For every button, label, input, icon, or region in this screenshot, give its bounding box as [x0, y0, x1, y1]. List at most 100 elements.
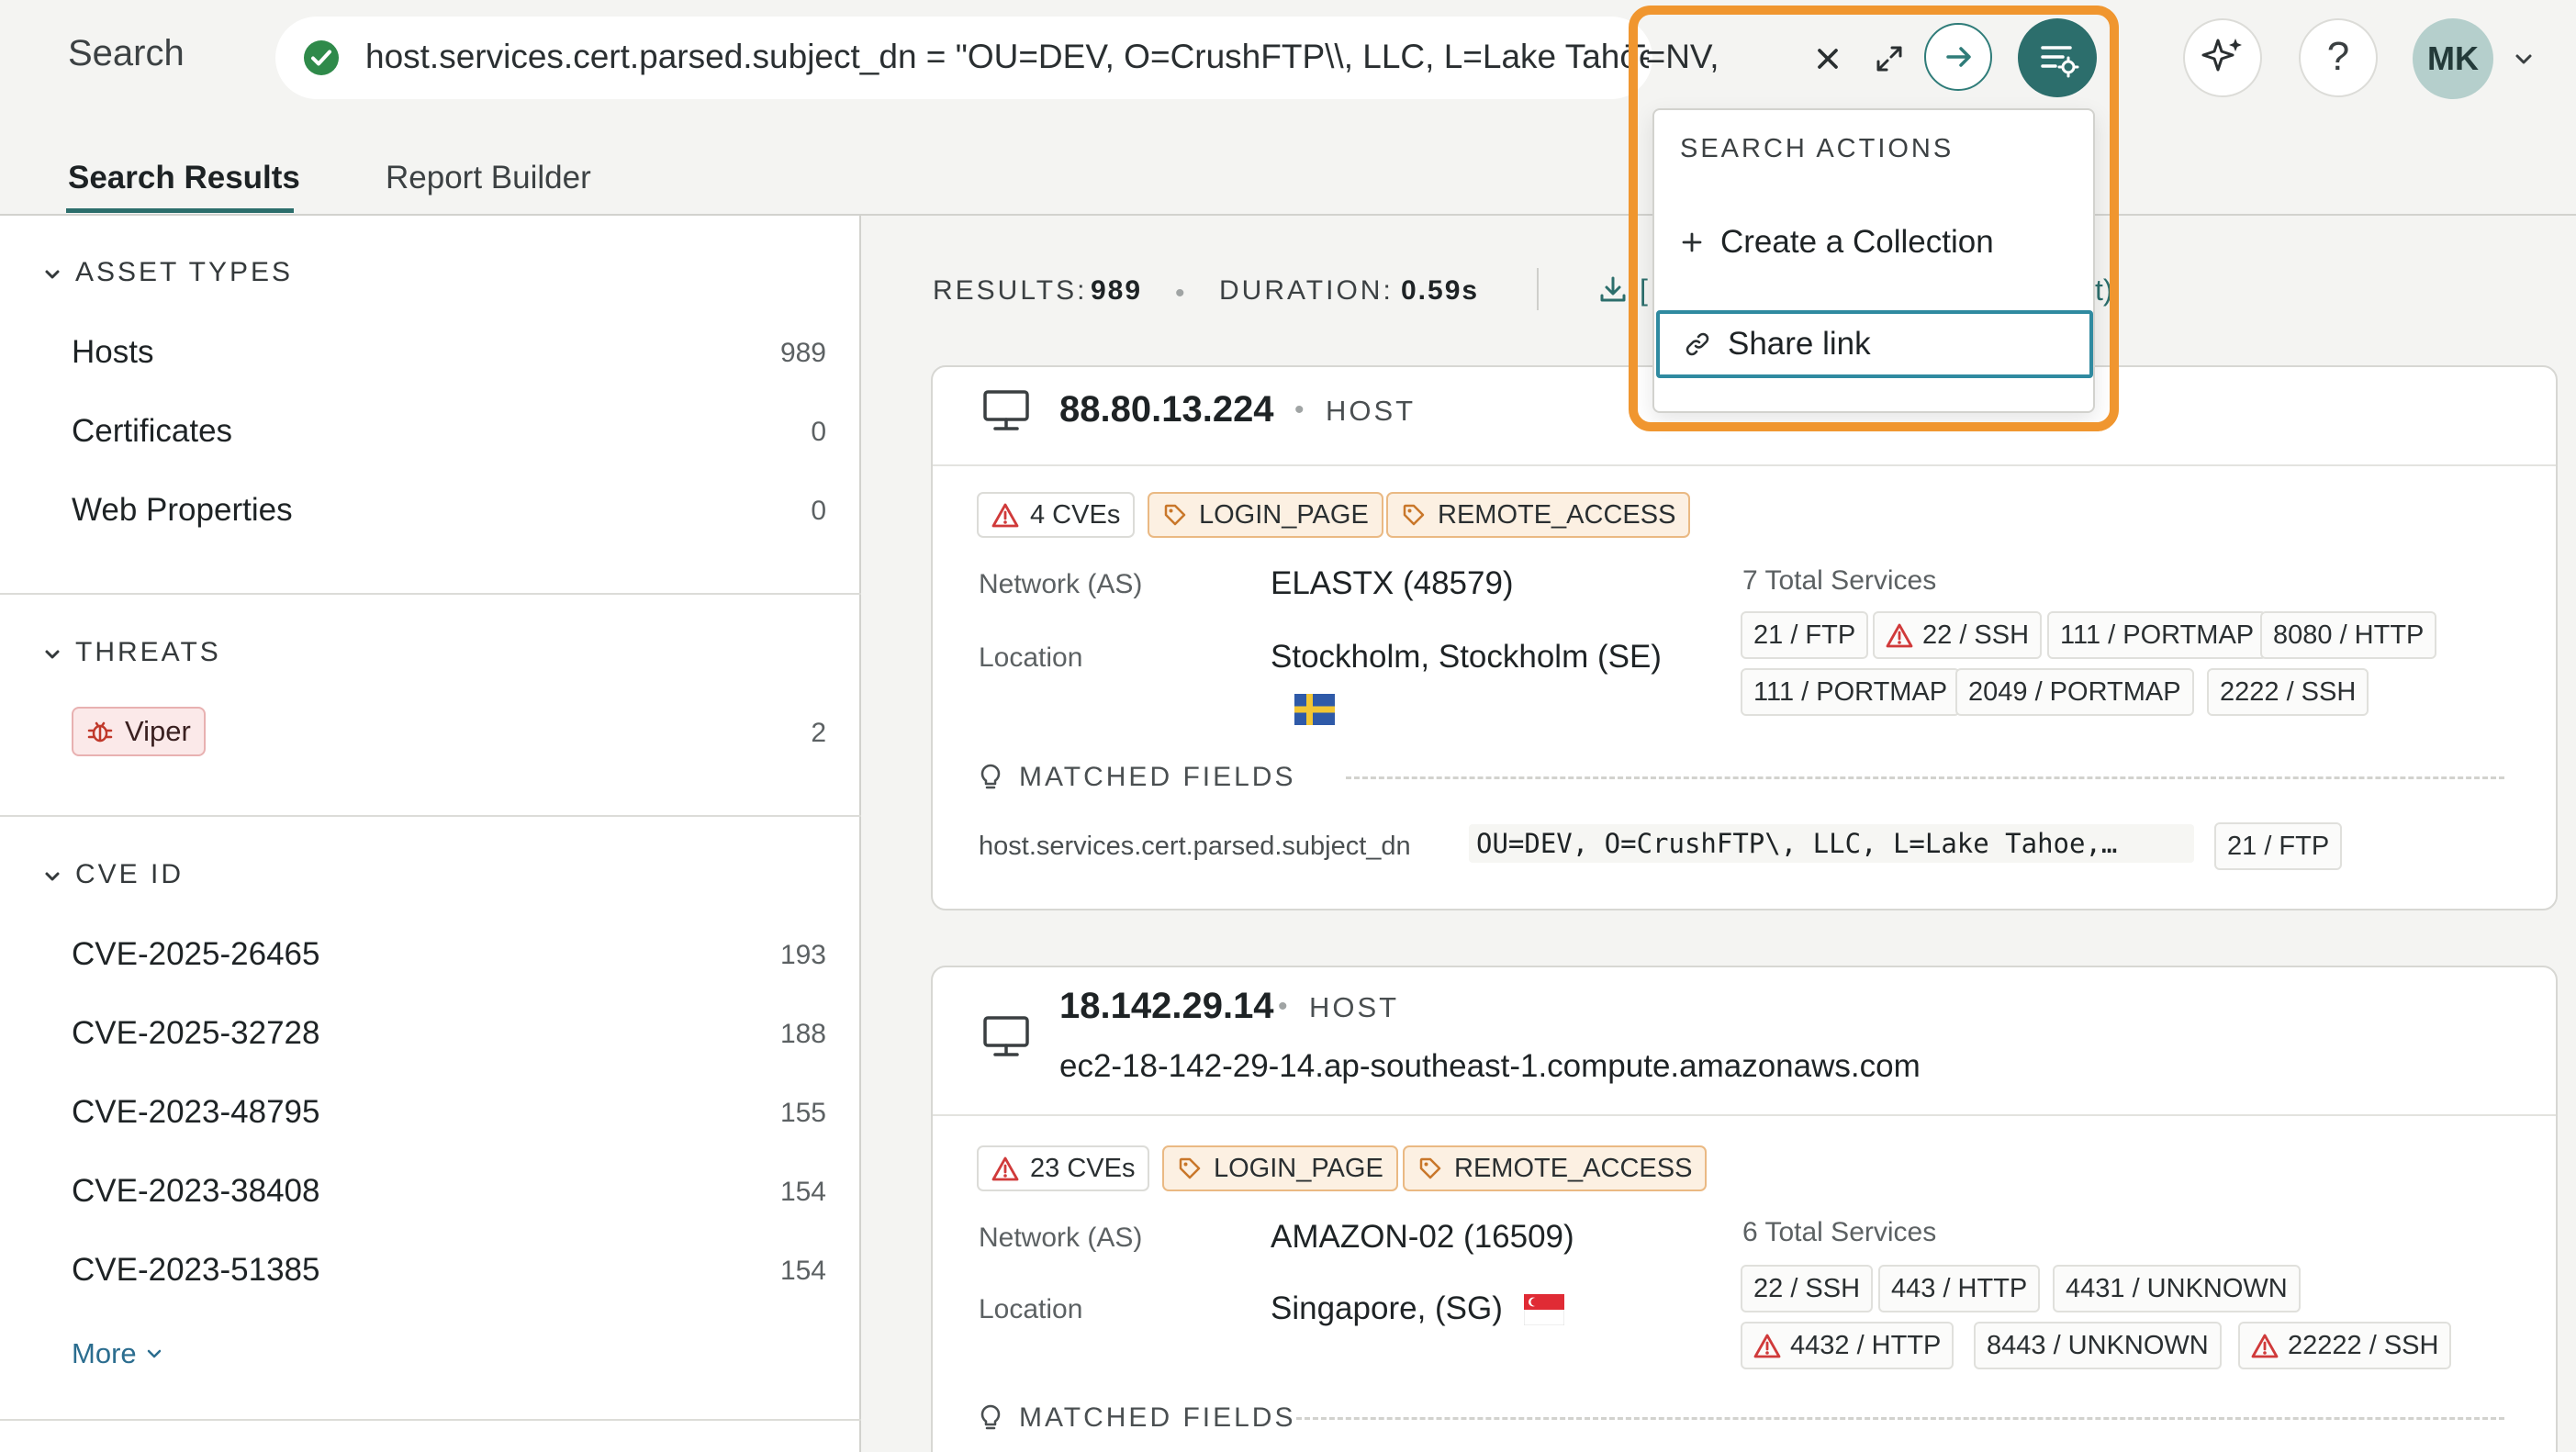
location-label: Location [979, 1294, 1083, 1324]
service-chip[interactable]: 22222 / SSH [2238, 1322, 2452, 1369]
section-threats[interactable]: THREATS [42, 637, 221, 668]
service-chip[interactable]: 2222 / SSH [2207, 668, 2369, 716]
results-label: RESULTS: [933, 275, 1088, 306]
sidebar-divider [0, 815, 861, 817]
host-type-label: HOST [1326, 395, 1417, 427]
filter-cve-count: 154 [779, 1256, 826, 1286]
user-avatar[interactable]: MK [2413, 18, 2493, 99]
filter-threat-viper[interactable]: Viper [72, 707, 206, 756]
section-asset-types[interactable]: ASSET TYPES [42, 257, 293, 288]
matched-fields-heading: MATCHED FIELDS [979, 1402, 1295, 1434]
network-value[interactable]: ELASTX (48579) [1271, 565, 1514, 602]
warning-icon [991, 503, 1019, 528]
location-label: Location [979, 642, 1083, 673]
service-chip[interactable]: 8443 / UNKNOWN [1974, 1322, 2222, 1369]
check-circle-icon [303, 39, 340, 76]
chevron-down-icon [147, 1349, 161, 1358]
location-value[interactable]: Singapore, (SG) [1271, 1290, 1503, 1327]
warning-icon [1753, 1334, 1781, 1358]
filter-web-properties-count: 0 [811, 496, 826, 526]
filter-cve-item[interactable]: CVE-2025-32728 [72, 1015, 319, 1052]
filter-web-properties[interactable]: Web Properties [72, 492, 293, 529]
service-chip[interactable]: 8080 / HTTP [2260, 611, 2437, 659]
matched-service-chip[interactable]: 21 / FTP [2214, 822, 2343, 870]
dot-separator: • [1278, 991, 1288, 1022]
cve-count-badge[interactable]: 4 CVEs [977, 492, 1136, 538]
filter-certificates[interactable]: Certificates [72, 413, 232, 450]
tag-icon [1419, 1157, 1441, 1179]
network-label: Network (AS) [979, 1223, 1143, 1253]
filter-cve-count: 154 [779, 1177, 826, 1207]
close-icon[interactable] [1811, 42, 1844, 75]
filter-hosts-count: 989 [779, 338, 826, 368]
service-chip[interactable]: 22 / SSH [1741, 1265, 1874, 1312]
active-tab-indicator [66, 208, 294, 213]
monitor-icon [982, 1015, 1030, 1057]
service-chip[interactable]: 21 / FTP [1741, 611, 1869, 659]
results-divider [1537, 268, 1539, 310]
card-header-divider [933, 464, 2556, 466]
tab-report-builder[interactable]: Report Builder [386, 160, 591, 196]
network-value[interactable]: AMAZON-02 (16509) [1271, 1219, 1574, 1256]
filter-cve-count: 188 [779, 1019, 826, 1049]
more-cves-link[interactable]: More [72, 1337, 164, 1370]
matched-field-name: host.services.cert.parsed.subject_dn [979, 832, 1411, 861]
filter-cve-count: 193 [779, 940, 826, 970]
flag-se-icon [1294, 694, 1335, 725]
network-label: Network (AS) [979, 569, 1143, 599]
warning-icon [2251, 1334, 2279, 1358]
service-chip[interactable]: 443 / HTTP [1878, 1265, 2041, 1312]
tab-search-results[interactable]: Search Results [68, 160, 300, 196]
search-query-text[interactable]: host.services.cert.parsed.subject_dn = "… [365, 38, 1649, 76]
tag-login-page[interactable]: LOGIN_PAGE [1162, 1145, 1398, 1191]
tag-icon [1403, 504, 1425, 526]
filter-cve-item[interactable]: CVE-2023-38408 [72, 1173, 319, 1210]
tag-remote-access[interactable]: REMOTE_ACCESS [1386, 492, 1691, 538]
matched-field-value: OU=DEV, O=CrushFTP\, LLC, L=Lake Tahoe,… [1469, 824, 2194, 863]
service-chip[interactable]: 111 / PORTMAP [1741, 668, 1961, 716]
duration-label: DURATION: [1219, 275, 1394, 306]
host-type-label: HOST [1309, 991, 1400, 1023]
warning-icon [1886, 623, 1913, 648]
tag-remote-access[interactable]: REMOTE_ACCESS [1403, 1145, 1708, 1191]
filter-cve-item[interactable]: CVE-2025-26465 [72, 936, 319, 973]
dot-separator: • [1294, 395, 1305, 425]
ai-assist-button[interactable] [2183, 18, 2262, 97]
help-button[interactable]: ? [2299, 18, 2378, 97]
chevron-down-icon [45, 650, 60, 659]
service-chip[interactable]: 4431 / UNKNOWN [2053, 1265, 2301, 1312]
service-chip[interactable]: 2049 / PORTMAP [1955, 668, 2194, 716]
sidebar-divider [0, 1419, 861, 1421]
host-ip[interactable]: 18.142.29.14 [1059, 986, 1274, 1027]
sparkle-icon [2201, 39, 2242, 72]
host-ip[interactable]: 88.80.13.224 [1059, 389, 1274, 430]
cve-count-badge[interactable]: 23 CVEs [977, 1145, 1150, 1191]
bug-icon [87, 721, 113, 743]
host-name[interactable]: ec2-18-142-29-14.ap-southeast-1.compute.… [1059, 1048, 1921, 1085]
section-cve-id[interactable]: CVE ID [42, 859, 184, 890]
filter-hosts[interactable]: Hosts [72, 334, 153, 371]
duration-value: 0.59s [1401, 275, 1480, 306]
filter-cve-count: 155 [779, 1098, 826, 1128]
services-heading: 7 Total Services [1742, 565, 1937, 596]
matched-fields-heading: MATCHED FIELDS [979, 762, 1295, 793]
chevron-down-icon[interactable] [2510, 46, 2537, 73]
filter-viper-count: 2 [811, 718, 826, 748]
download-icon[interactable] [1597, 274, 1629, 305]
lightbulb-icon [980, 1404, 1001, 1430]
lightbulb-icon [980, 764, 1001, 789]
service-chip[interactable]: 22 / SSH [1873, 611, 2043, 659]
filter-cve-item[interactable]: CVE-2023-48795 [72, 1094, 319, 1131]
filter-cve-item[interactable]: CVE-2023-51385 [72, 1252, 319, 1289]
sidebar-divider [0, 593, 861, 595]
results-count: 989 [1091, 275, 1143, 306]
search-title: Search [68, 33, 185, 73]
tag-login-page[interactable]: LOGIN_PAGE [1148, 492, 1383, 538]
service-chip[interactable]: 111 / PORTMAP [2047, 611, 2268, 659]
card-header-divider [933, 1114, 2556, 1116]
focus-highlight-frame [1629, 6, 2119, 431]
tag-icon [1164, 504, 1186, 526]
service-chip[interactable]: 4432 / HTTP [1741, 1322, 1954, 1369]
services-heading: 6 Total Services [1742, 1217, 1937, 1247]
location-value[interactable]: Stockholm, Stockholm (SE) [1271, 639, 1662, 676]
